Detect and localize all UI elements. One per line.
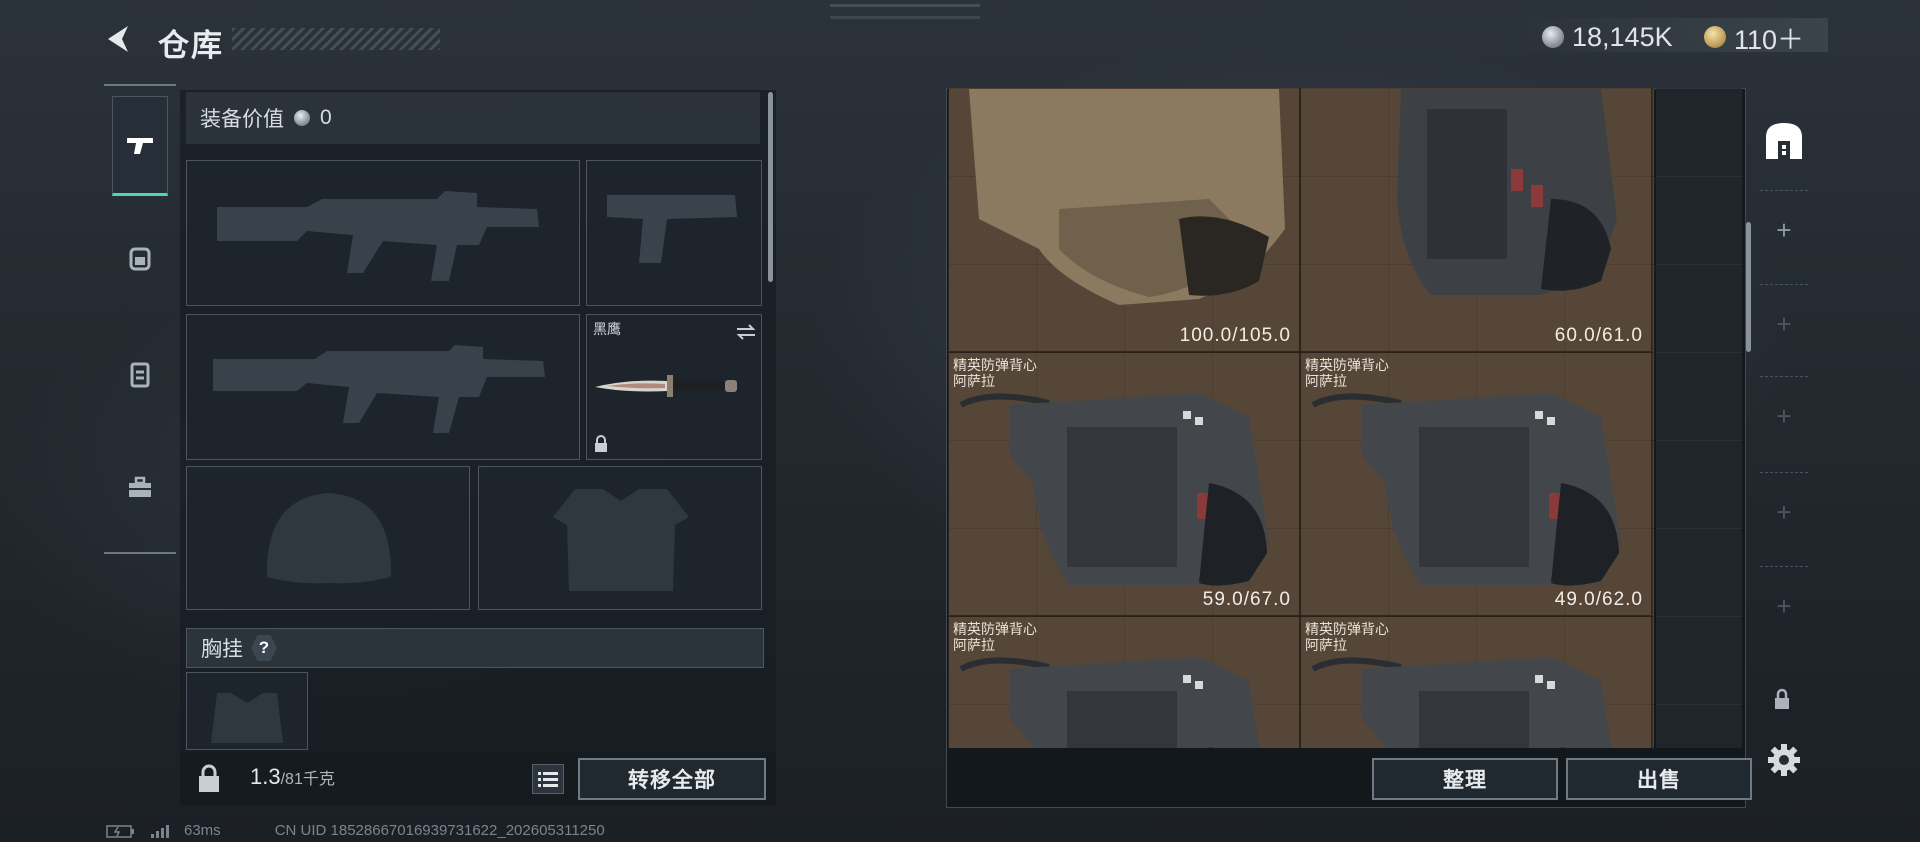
tab-weapons[interactable] bbox=[112, 96, 168, 196]
storage-item[interactable]: 100.0/105.0 bbox=[948, 88, 1300, 352]
list-view-button[interactable] bbox=[532, 764, 564, 794]
locked-storage-slot: + bbox=[1760, 376, 1808, 456]
top-decoration bbox=[830, 4, 980, 24]
body-armor-slot[interactable] bbox=[478, 466, 762, 610]
user-uid: CN UID 18528667016939731622_202605311250 bbox=[274, 822, 605, 839]
tan-armor-icon bbox=[969, 89, 1285, 305]
settings-gear-icon[interactable] bbox=[1766, 742, 1802, 778]
locked-storage-slot: + bbox=[1760, 284, 1808, 364]
storage-item[interactable]: 精英防弹背心 阿萨拉 bbox=[948, 616, 1300, 748]
tab-tools[interactable] bbox=[112, 438, 168, 538]
storage-scrollbar[interactable] bbox=[1746, 222, 1751, 352]
weight-max: /81千克 bbox=[280, 771, 335, 788]
primary-weapon-slot[interactable] bbox=[186, 160, 580, 306]
locked-storage-slot: + bbox=[1760, 566, 1808, 646]
vest-icon bbox=[130, 362, 150, 388]
elite-vest-icon bbox=[1311, 393, 1621, 586]
sell-button[interactable]: 出售 bbox=[1566, 758, 1752, 800]
loadout-scrollbar[interactable] bbox=[768, 92, 773, 282]
item-name: 精英防弹背心 阿萨拉 bbox=[953, 621, 1037, 653]
silver-amount: 18,145K bbox=[1572, 21, 1673, 52]
category-tabs bbox=[104, 84, 176, 554]
title-decoration bbox=[232, 28, 440, 50]
gold-amount: 110＋ bbox=[1734, 24, 1805, 55]
back-arrow-icon[interactable] bbox=[102, 22, 136, 56]
battery-icon bbox=[106, 824, 134, 838]
chest-rig-header: 胸挂 ? bbox=[186, 628, 764, 668]
silver-coin-icon bbox=[294, 110, 310, 126]
storage-item[interactable]: 精英防弹背心 阿萨拉 49.0/62.0 bbox=[1300, 352, 1652, 616]
sort-button[interactable]: 整理 bbox=[1372, 758, 1558, 800]
chest-rig-slot[interactable] bbox=[186, 672, 308, 750]
carry-weight: 1.3/81千克 bbox=[250, 764, 335, 790]
add-storage-button[interactable]: + bbox=[1760, 190, 1808, 270]
item-durability: 60.0/61.0 bbox=[1554, 325, 1643, 346]
elite-vest-icon bbox=[959, 393, 1269, 586]
melee-slot[interactable]: 黑鹰 bbox=[586, 314, 762, 460]
lock-icon bbox=[595, 435, 607, 452]
silver-coin-icon bbox=[1542, 26, 1564, 48]
signal-icon bbox=[151, 824, 169, 838]
armor-silhouette-icon bbox=[553, 489, 689, 591]
rifle-silhouette-icon bbox=[213, 345, 545, 433]
storage-grid-overflow bbox=[1656, 88, 1742, 748]
helmet-silhouette-icon bbox=[266, 493, 392, 584]
pistol-slot[interactable] bbox=[586, 160, 762, 306]
swap-icon[interactable] bbox=[735, 323, 757, 341]
item-durability: 100.0/105.0 bbox=[1179, 325, 1291, 346]
item-name: 精英防弹背心 阿萨拉 bbox=[1305, 621, 1389, 653]
item-durability: 49.0/62.0 bbox=[1554, 589, 1643, 610]
equipment-value-bar: 装备价值 0 bbox=[186, 92, 760, 144]
elite-vest-icon bbox=[1397, 89, 1617, 295]
weight-lock-icon[interactable] bbox=[194, 764, 224, 794]
item-name: 精英防弹背心 阿萨拉 bbox=[953, 357, 1037, 389]
storage-grid[interactable]: 100.0/105.0 60.0/61.0 精英防弹背心 阿萨拉 59.0/67… bbox=[948, 88, 1654, 748]
storage-item[interactable]: 60.0/61.0 bbox=[1300, 88, 1652, 352]
locked-storage-slot: + bbox=[1760, 472, 1808, 552]
handgun-silhouette-icon bbox=[607, 195, 737, 263]
equipment-value-label: 装备价值 bbox=[200, 108, 284, 131]
rifle-silhouette-icon bbox=[217, 191, 539, 281]
tab-backpack[interactable] bbox=[112, 208, 168, 308]
chest-rig-silhouette-icon bbox=[211, 693, 283, 743]
helmet-slot[interactable] bbox=[186, 466, 470, 610]
warehouse-icon bbox=[1766, 123, 1802, 159]
item-name: 精英防弹背心 阿萨拉 bbox=[1305, 357, 1389, 389]
status-footer: 63ms CN UID 18528667016939731622_2026053… bbox=[106, 822, 605, 839]
equipment-value-amount: 0 bbox=[320, 106, 332, 129]
silver-currency: 18,145K bbox=[1542, 22, 1673, 52]
chest-rig-label: 胸挂 bbox=[201, 638, 243, 661]
warehouse-tab[interactable] bbox=[1758, 96, 1810, 186]
pistol-icon bbox=[127, 138, 153, 154]
tab-armor[interactable] bbox=[112, 324, 168, 424]
page-title: 仓库 bbox=[158, 28, 224, 63]
gold-currency[interactable]: 110＋ bbox=[1704, 22, 1804, 55]
backpack-icon bbox=[129, 247, 151, 271]
secondary-weapon-slot[interactable] bbox=[186, 314, 580, 460]
weight-current: 1.3 bbox=[250, 764, 281, 789]
help-icon[interactable]: ? bbox=[251, 635, 277, 661]
ping-readout: 63ms bbox=[184, 822, 221, 839]
storage-item[interactable]: 精英防弹背心 阿萨拉 bbox=[1300, 616, 1652, 748]
lock-icon[interactable] bbox=[1772, 688, 1792, 710]
gold-coin-icon bbox=[1704, 26, 1726, 48]
list-icon bbox=[538, 772, 558, 787]
toolbox-icon bbox=[129, 476, 151, 497]
item-durability: 59.0/67.0 bbox=[1202, 589, 1291, 610]
storage-item[interactable]: 精英防弹背心 阿萨拉 59.0/67.0 bbox=[948, 352, 1300, 616]
transfer-all-button[interactable]: 转移全部 bbox=[578, 758, 766, 800]
